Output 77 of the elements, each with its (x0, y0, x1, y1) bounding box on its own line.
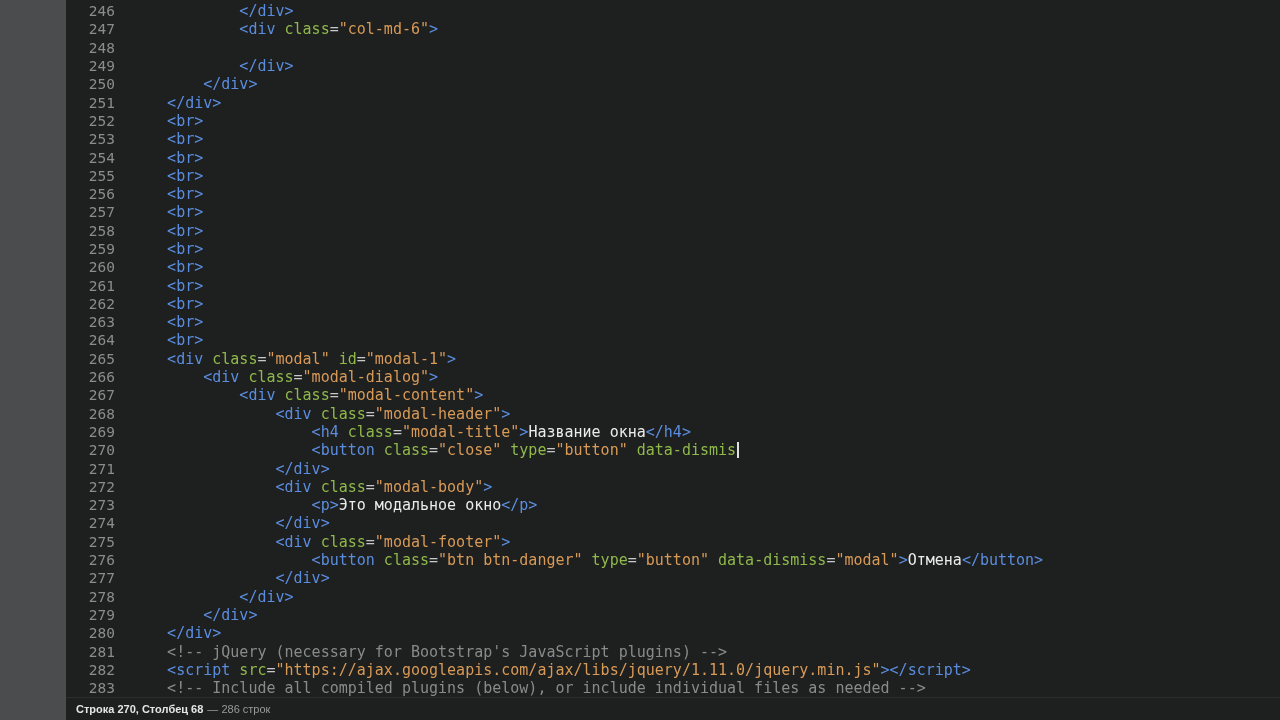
code-line: <div class="modal" id="modal-1"> (166, 349, 457, 368)
line-number: 270 (87, 442, 115, 459)
code-line: <!-- jQuery (necessary for Bootstrap's JavaScript plugins) --> (166, 642, 728, 661)
code-line: </div> (166, 624, 222, 643)
line-number: 266 (87, 369, 115, 386)
code-line: <br> (166, 294, 204, 313)
code-line: <br> (166, 148, 204, 167)
code-line: <br> (166, 240, 204, 258)
code-line: <script src="https://ajax.googleapis.com/ajax/libs/jquery/1.11.0/jquery.min.js"></script> (166, 660, 971, 679)
cursor-position: Строка 270, Столбец 68 (76, 703, 204, 715)
line-number: 281 (87, 643, 115, 660)
line-number: 259 (87, 241, 115, 257)
code-line: <div class="col-md-6"> (238, 20, 439, 39)
line-number: 280 (87, 625, 115, 642)
line-number: 278 (87, 588, 115, 605)
code-line: <div class="modal-header"> (274, 404, 511, 423)
line-number: 254 (87, 149, 115, 166)
line-number: 257 (87, 204, 115, 221)
line-number: 273 (87, 497, 115, 514)
line-number: 246 (87, 3, 115, 20)
line-number: 267 (87, 387, 115, 404)
code-line: <div class="modal-footer"> (274, 532, 511, 551)
line-number: 261 (87, 277, 115, 294)
code-line: <br> (166, 166, 204, 185)
code-line: <h4 class="modal-title">Название окна</h4> (310, 422, 691, 441)
line-number: 260 (87, 259, 115, 276)
line-number: 252 (87, 112, 115, 129)
line-number: 268 (87, 405, 115, 422)
line-number: 255 (87, 167, 115, 184)
code-line: </div> (274, 459, 330, 478)
code-line: <br> (166, 221, 204, 240)
code-line: </div> (238, 2, 294, 21)
code-line: <br> (166, 313, 204, 332)
line-number: 265 (87, 350, 115, 367)
code-line: </div> (238, 57, 294, 76)
code-line: <br> (166, 130, 204, 149)
code-line: </div> (202, 605, 258, 624)
code-line: <!-- Include all compiled plugins (below), or include individual files as needed --> (166, 679, 926, 697)
line-count: — 286 строк (207, 703, 271, 715)
code-line: <p>Это модальное окно</p> (310, 496, 538, 515)
code-line: <button class="btn btn-danger" type="button" data-dismiss="modal">Отмена</button> (310, 551, 1044, 570)
line-number: 283 (87, 680, 115, 697)
line-number: 250 (87, 76, 115, 93)
code-line: <br> (166, 258, 204, 277)
code-line: <br> (166, 111, 204, 130)
code-line: </div> (274, 569, 330, 588)
code-line: <div class="modal-body"> (274, 477, 493, 496)
code-line: </div> (238, 587, 294, 606)
line-number: 262 (87, 295, 115, 312)
line-number: 253 (87, 131, 115, 148)
code-line: <br> (166, 185, 204, 204)
line-number: 256 (87, 186, 115, 203)
code-line: </div> (166, 93, 222, 112)
line-number: 248 (87, 39, 115, 56)
line-number: 271 (87, 460, 115, 477)
line-number: 251 (87, 94, 115, 111)
code-line: <button class="close" type="button" data-dismis (310, 441, 737, 460)
line-number: 274 (87, 515, 115, 532)
code-line: <br> (166, 203, 204, 222)
code-line: <br> (166, 276, 204, 295)
code-line: </div> (202, 75, 258, 94)
code-line: <div class="modal-dialog"> (202, 368, 439, 387)
line-number: 269 (87, 423, 115, 440)
line-number: 282 (87, 661, 115, 678)
line-number: 279 (87, 606, 115, 623)
line-number: 264 (87, 332, 115, 349)
line-number: 258 (87, 222, 115, 239)
line-number: 263 (87, 314, 115, 331)
line-number: 276 (87, 552, 115, 569)
line-number: 249 (87, 58, 115, 75)
line-number: 247 (87, 21, 115, 38)
code-line: </div> (274, 514, 330, 533)
line-number: 272 (87, 478, 115, 495)
line-number: 275 (87, 533, 115, 550)
line-number: 277 (87, 570, 115, 587)
code-line: <div class="modal-content"> (238, 386, 484, 405)
code-line: <br> (166, 331, 204, 350)
